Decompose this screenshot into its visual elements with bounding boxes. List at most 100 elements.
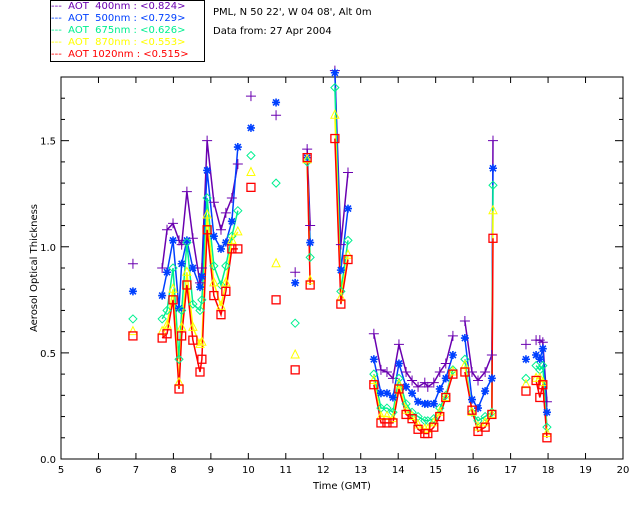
marker-500-asterisk [488,164,497,173]
marker-400-plus [520,339,531,350]
marker-400-plus [290,267,301,278]
plus-mark [271,110,282,121]
y-axis-label: Aerosol Optical Thickness [29,204,40,332]
x-tick-label: 19 [579,465,592,476]
marker-1020-square [271,295,281,305]
asterisk-mark [435,384,444,393]
x-tick-label: 8 [170,465,176,476]
x-tick-label: 20 [617,465,630,476]
asterisk-mark [233,143,242,152]
plus-mark [520,339,531,350]
asterisk-mark [188,264,197,272]
marker-500-asterisk [408,389,417,398]
marker-675-diamond [271,178,281,188]
asterisk-mark [169,236,178,245]
plus-mark [226,192,237,203]
asterisk-mark [448,351,457,360]
x-tick-label: 18 [542,465,555,476]
marker-500-asterisk [336,266,345,275]
plus-mark [459,316,470,327]
marker-500-asterisk [177,259,186,268]
x-tick-label: 15 [429,465,442,476]
marker-500-asterisk [158,291,167,300]
marker-400-plus [305,220,316,231]
plus-mark [305,220,316,231]
y-tick-label: 1.5 [40,137,56,148]
x-tick-label: 10 [242,465,255,476]
marker-400-plus [202,135,213,146]
plus-mark [486,350,497,361]
y-tick-label: 0.5 [40,349,56,360]
asterisk-mark [369,355,378,364]
plus-mark [342,167,353,178]
y-tick-label: 0.0 [40,455,56,466]
plus-mark [393,339,404,350]
asterisk-mark [246,123,255,132]
marker-870-triangle [246,166,256,176]
plus-mark [127,258,138,269]
marker-500-asterisk [481,387,490,396]
marker-500-asterisk [487,374,496,383]
marker-500-asterisk [538,344,547,353]
asterisk-mark [203,166,212,175]
plus-mark [302,144,313,155]
plus-mark [202,135,213,146]
plus-mark [368,328,379,339]
plus-mark [181,186,192,197]
marker-500-asterisk [227,217,236,226]
asterisk-mark [468,395,477,404]
marker-500-asterisk [203,166,212,175]
triangle-mark [290,348,300,359]
square-mark [271,295,281,305]
marker-400-plus [220,207,231,218]
marker-400-plus [181,186,192,197]
diamond-mark [271,178,281,188]
marker-1020-square [290,365,300,375]
plus-mark [290,267,301,278]
asterisk-mark [227,217,236,226]
series-line-400 [373,333,454,388]
marker-675-diamond [521,373,531,384]
triangle-mark [271,257,281,268]
marker-500-asterisk [272,98,281,107]
triangle-mark [128,325,138,336]
x-tick-label: 17 [504,465,517,476]
marker-500-asterisk [291,278,300,287]
asterisk-mark [306,238,315,247]
asterisk-mark [196,283,205,292]
asterisk-mark [272,98,281,107]
marker-870-triangle [128,325,138,336]
marker-400-plus [271,110,282,121]
marker-500-asterisk [306,238,315,247]
marker-500-asterisk [460,334,469,343]
x-tick-label: 12 [317,465,330,476]
marker-500-asterisk [216,244,225,253]
asterisk-mark [521,355,530,364]
asterisk-mark [336,266,345,275]
diamond-mark [290,318,300,328]
plus-mark [220,207,231,218]
marker-1020-square [521,386,531,396]
x-axis-label: Time (GMT) [312,481,371,492]
asterisk-mark [343,204,352,213]
asterisk-mark [177,259,186,268]
marker-500-asterisk [169,236,178,245]
asterisk-mark [388,393,397,402]
marker-400-plus [447,330,458,341]
marker-500-asterisk [382,389,391,398]
asterisk-mark [330,68,339,77]
asterisk-mark [394,359,403,368]
asterisk-mark [542,408,551,417]
marker-675-diamond [246,150,256,161]
triangle-mark [246,166,256,176]
marker-500-asterisk [388,393,397,402]
asterisk-mark [128,287,137,296]
marker-400-plus [226,192,237,203]
asterisk-mark [216,244,225,253]
marker-500-asterisk [369,355,378,364]
plus-mark [232,159,243,170]
asterisk-mark [488,164,497,173]
asterisk-mark [538,344,547,353]
x-tick-label: 5 [58,465,64,476]
marker-500-asterisk [330,68,339,77]
